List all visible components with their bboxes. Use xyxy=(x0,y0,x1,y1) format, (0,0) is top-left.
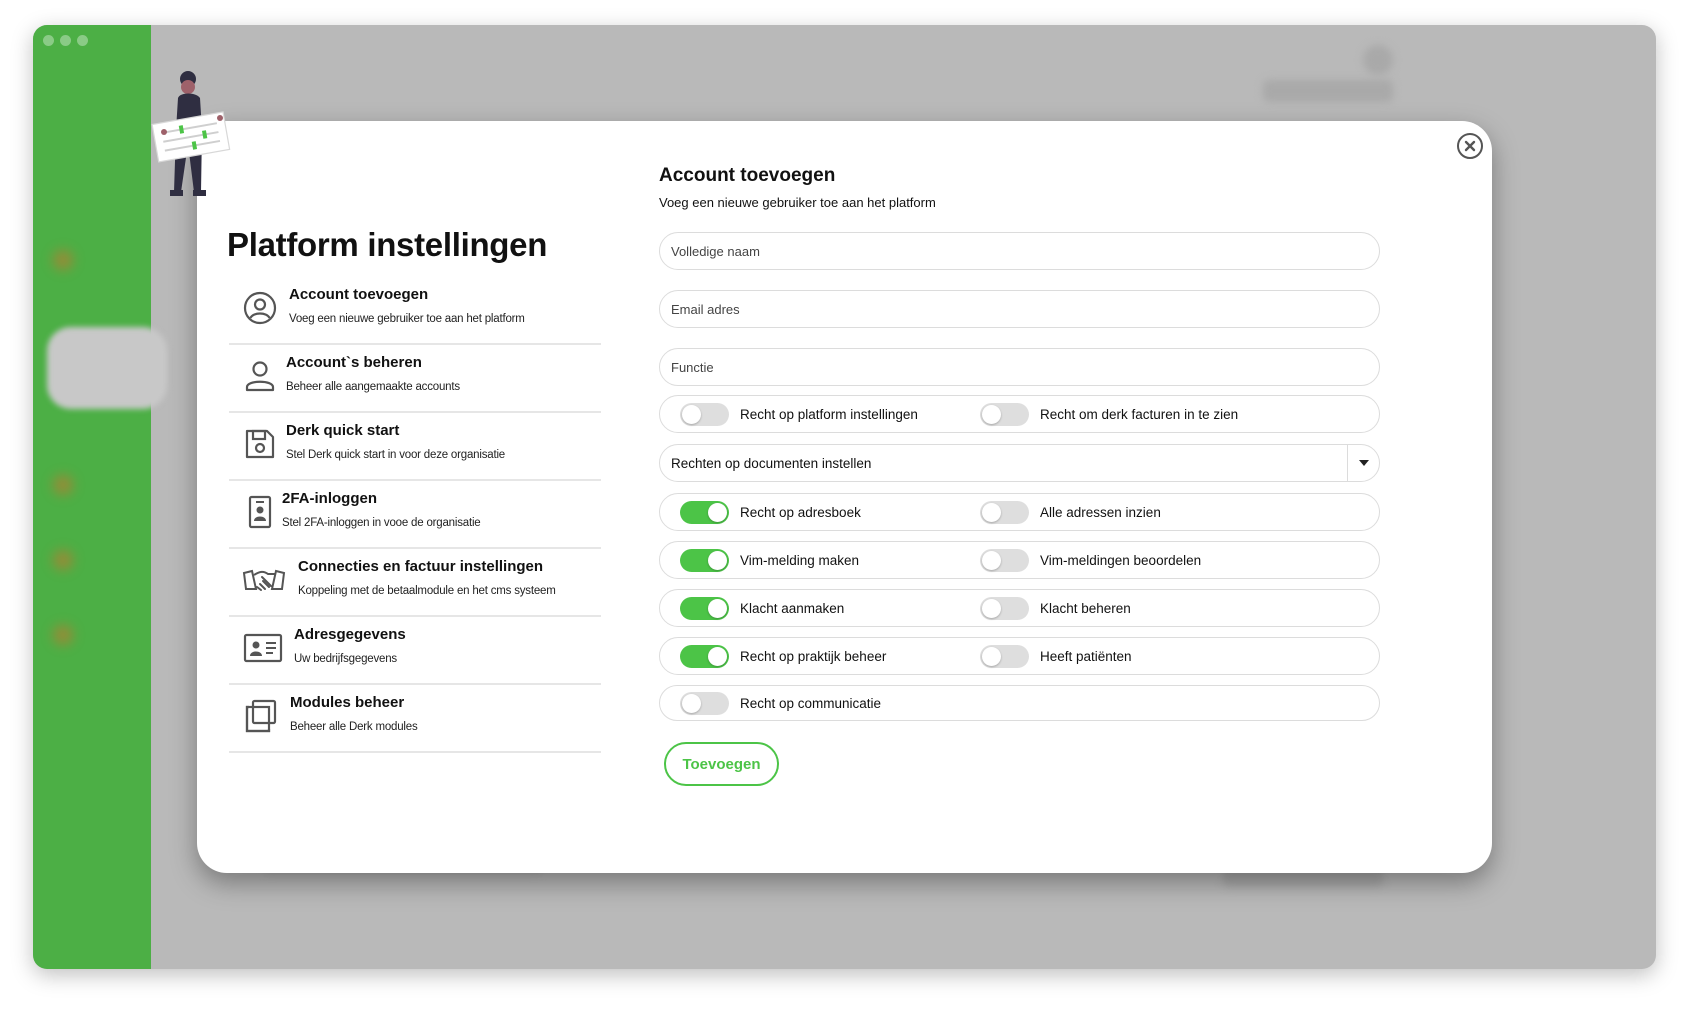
email-field xyxy=(659,290,1380,328)
copy-icon xyxy=(243,699,277,733)
toggle-label: Vim-melding maken xyxy=(740,553,860,568)
toggle-switch[interactable] xyxy=(980,501,1029,524)
toggle-label: Recht op communicatie xyxy=(740,696,882,711)
menu-item-description: Stel Derk quick start in voor deze organ… xyxy=(286,449,505,461)
menu-item-label: Adresgegevens xyxy=(294,626,406,643)
menu-item-label: 2FA-inloggen xyxy=(282,490,377,507)
toggle-label: Recht op praktijk beheer xyxy=(740,649,887,664)
toggle-switch[interactable] xyxy=(980,597,1029,620)
toggle-adresboek[interactable]: Recht op adresboek xyxy=(680,501,861,524)
name-input[interactable] xyxy=(671,243,1379,259)
select-value: Rechten op documenten instellen xyxy=(671,455,872,471)
settings-menu: Account toevoegen Voeg een nieuwe gebrui… xyxy=(229,277,601,753)
toggle-row: Klacht aanmaken Klacht beheren xyxy=(659,589,1380,627)
menu-item-description: Stel 2FA-inloggen in vooe de organisatie xyxy=(282,517,481,529)
toggle-klacht-beheren[interactable]: Klacht beheren xyxy=(980,597,1131,620)
background-blob xyxy=(53,550,73,570)
toggle-vim-meldingen-beoordelen[interactable]: Vim-meldingen beoordelen xyxy=(980,549,1201,572)
toggle-switch[interactable] xyxy=(680,645,729,668)
function-field xyxy=(659,348,1380,386)
background-sidebar-active xyxy=(47,327,167,409)
toggle-row: Vim-melding maken Vim-meldingen beoordel… xyxy=(659,541,1380,579)
page-title: Platform instellingen xyxy=(227,226,548,263)
close-icon xyxy=(1464,140,1476,152)
toggle-praktijk-beheer[interactable]: Recht op praktijk beheer xyxy=(680,645,886,668)
toggle-switch[interactable] xyxy=(980,549,1029,572)
id-badge-icon xyxy=(243,495,277,529)
close-button[interactable] xyxy=(1457,133,1483,159)
toggle-row: Recht op adresboek Alle adressen inzien xyxy=(659,493,1380,531)
toggle-label: Recht op platform instellingen xyxy=(740,407,918,422)
background-blob xyxy=(53,475,73,495)
menu-item-connecties[interactable]: Connecties en factuur instellingen Koppe… xyxy=(229,549,601,617)
toggle-vim-melding-maken[interactable]: Vim-melding maken xyxy=(680,549,859,572)
background-bar xyxy=(1263,80,1393,102)
menu-item-label: Modules beheer xyxy=(290,694,405,711)
toggle-communicatie[interactable]: Recht op communicatie xyxy=(680,692,881,715)
menu-item-label: Account`s beheren xyxy=(286,354,422,371)
form-title: Account toevoegen xyxy=(659,165,836,186)
toggle-label: Vim-meldingen beoordelen xyxy=(1040,553,1202,568)
name-field xyxy=(659,232,1380,270)
toggle-klacht-aanmaken[interactable]: Klacht aanmaken xyxy=(680,597,844,620)
function-input[interactable] xyxy=(671,359,1379,375)
window-controls xyxy=(43,35,88,46)
toggle-alle-adressen[interactable]: Alle adressen inzien xyxy=(980,501,1161,524)
toggle-label: Alle adressen inzien xyxy=(1040,505,1161,520)
toggle-heeft-patienten[interactable]: Heeft patiënten xyxy=(980,645,1132,668)
toggle-switch[interactable] xyxy=(980,645,1029,668)
background-blob xyxy=(53,250,73,270)
menu-item-label: Connecties en factuur instellingen xyxy=(298,558,544,575)
toggle-switch[interactable] xyxy=(680,549,729,572)
dropdown-caret[interactable] xyxy=(1347,445,1379,481)
menu-item-label: Derk quick start xyxy=(286,422,400,439)
background-avatar xyxy=(1363,45,1393,75)
email-input[interactable] xyxy=(671,301,1379,317)
menu-item-account-toevoegen[interactable]: Account toevoegen Voeg een nieuwe gebrui… xyxy=(229,277,601,345)
toggle-row: Recht op platform instellingen Recht om … xyxy=(659,395,1380,433)
person-illustration xyxy=(151,71,231,196)
toggle-switch[interactable] xyxy=(680,403,729,426)
menu-item-description: Voeg een nieuwe gebruiker toe aan het pl… xyxy=(289,313,525,325)
menu-item-derk-quick-start[interactable]: Derk quick start Stel Derk quick start i… xyxy=(229,413,601,481)
menu-item-description: Beheer alle aangemaakte accounts xyxy=(286,381,460,393)
menu-item-accounts-beheren[interactable]: Account`s beheren Beheer alle aangemaakt… xyxy=(229,345,601,413)
toggle-switch[interactable] xyxy=(980,403,1029,426)
toggle-label: Heeft patiënten xyxy=(1040,649,1132,664)
toggle-label: Klacht aanmaken xyxy=(740,601,845,616)
caret-down-icon xyxy=(1358,460,1369,466)
id-card-icon xyxy=(243,631,283,665)
menu-item-description: Koppeling met de betaalmodule en het cms… xyxy=(298,585,556,597)
toggle-derk-facturen[interactable]: Recht om derk facturen in te zien xyxy=(980,403,1238,426)
menu-item-modules-beheer[interactable]: Modules beheer Beheer alle Derk modules xyxy=(229,685,601,753)
handshake-icon xyxy=(241,563,287,597)
documents-rights-select[interactable]: Rechten op documenten instellen xyxy=(659,444,1380,482)
form-subtitle: Voeg een nieuwe gebruiker toe aan het pl… xyxy=(659,195,936,210)
toggle-switch[interactable] xyxy=(680,597,729,620)
menu-item-2fa-inloggen[interactable]: 2FA-inloggen Stel 2FA-inloggen in vooe d… xyxy=(229,481,601,549)
user-circle-icon xyxy=(243,291,277,325)
toevoegen-button[interactable]: Toevoegen xyxy=(664,742,779,786)
menu-item-description: Uw bedrijfsgegevens xyxy=(294,653,397,665)
menu-item-description: Beheer alle Derk modules xyxy=(290,721,418,733)
toggle-switch[interactable] xyxy=(680,692,729,715)
user-icon xyxy=(243,359,277,393)
toggle-switch[interactable] xyxy=(680,501,729,524)
toggle-label: Klacht beheren xyxy=(1040,601,1131,616)
menu-item-label: Account toevoegen xyxy=(289,286,429,303)
background-sidebar xyxy=(33,25,151,969)
toggle-label: Recht op adresboek xyxy=(740,505,861,520)
toggle-row: Recht op praktijk beheer Heeft patiënten xyxy=(659,637,1380,675)
save-icon xyxy=(243,427,277,461)
toggle-platform-instellingen[interactable]: Recht op platform instellingen xyxy=(680,403,918,426)
toggle-row: Recht op communicatie xyxy=(659,685,1380,721)
settings-modal: Platform instellingen Account toevoegen … xyxy=(197,121,1492,873)
menu-item-adresgegevens[interactable]: Adresgegevens Uw bedrijfsgegevens xyxy=(229,617,601,685)
toggle-label: Recht om derk facturen in te zien xyxy=(1040,407,1239,422)
background-blob xyxy=(53,625,73,645)
